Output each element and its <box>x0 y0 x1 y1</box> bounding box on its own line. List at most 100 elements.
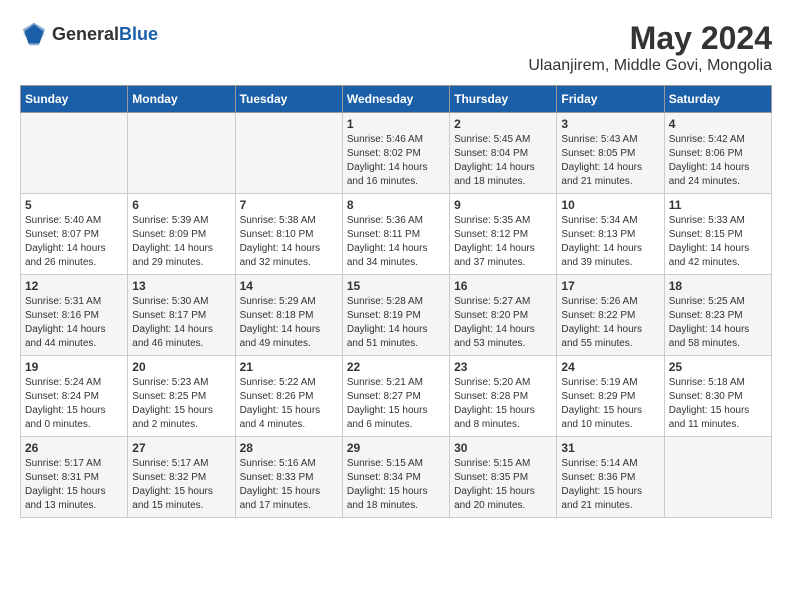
day-info: Sunrise: 5:39 AM Sunset: 8:09 PM Dayligh… <box>132 214 230 270</box>
day-info: Sunrise: 5:42 AM Sunset: 8:06 PM Dayligh… <box>669 133 767 189</box>
day-info: Sunrise: 5:17 AM Sunset: 8:32 PM Dayligh… <box>132 457 230 513</box>
day-number: 21 <box>240 360 338 374</box>
week-row-3: 12 Sunrise: 5:31 AM Sunset: 8:16 PM Dayli… <box>21 275 772 356</box>
calendar-cell <box>235 113 342 194</box>
day-number: 24 <box>561 360 659 374</box>
calendar-table: SundayMondayTuesdayWednesdayThursdayFrid… <box>20 85 772 518</box>
day-number: 7 <box>240 198 338 212</box>
day-number: 26 <box>25 441 123 455</box>
calendar-cell: 27 Sunrise: 5:17 AM Sunset: 8:32 PM Dayli… <box>128 437 235 518</box>
day-info: Sunrise: 5:19 AM Sunset: 8:29 PM Dayligh… <box>561 376 659 432</box>
day-number: 4 <box>669 117 767 131</box>
day-number: 5 <box>25 198 123 212</box>
day-number: 29 <box>347 441 445 455</box>
calendar-cell: 15 Sunrise: 5:28 AM Sunset: 8:19 PM Dayli… <box>342 275 449 356</box>
title-block: May 2024 Ulaanjirem, Middle Govi, Mongol… <box>528 20 772 75</box>
day-number: 11 <box>669 198 767 212</box>
day-info: Sunrise: 5:35 AM Sunset: 8:12 PM Dayligh… <box>454 214 552 270</box>
day-number: 12 <box>25 279 123 293</box>
day-info: Sunrise: 5:20 AM Sunset: 8:28 PM Dayligh… <box>454 376 552 432</box>
location: Ulaanjirem, Middle Govi, Mongolia <box>528 57 772 75</box>
column-header-sunday: Sunday <box>21 86 128 113</box>
week-row-4: 19 Sunrise: 5:24 AM Sunset: 8:24 PM Dayli… <box>21 356 772 437</box>
day-number: 17 <box>561 279 659 293</box>
week-row-5: 26 Sunrise: 5:17 AM Sunset: 8:31 PM Dayli… <box>21 437 772 518</box>
calendar-cell: 6 Sunrise: 5:39 AM Sunset: 8:09 PM Daylig… <box>128 194 235 275</box>
calendar-cell: 16 Sunrise: 5:27 AM Sunset: 8:20 PM Dayli… <box>450 275 557 356</box>
day-number: 8 <box>347 198 445 212</box>
day-info: Sunrise: 5:24 AM Sunset: 8:24 PM Dayligh… <box>25 376 123 432</box>
day-info: Sunrise: 5:15 AM Sunset: 8:34 PM Dayligh… <box>347 457 445 513</box>
logo-icon <box>20 20 48 48</box>
day-number: 13 <box>132 279 230 293</box>
day-number: 22 <box>347 360 445 374</box>
day-info: Sunrise: 5:18 AM Sunset: 8:30 PM Dayligh… <box>669 376 767 432</box>
day-info: Sunrise: 5:25 AM Sunset: 8:23 PM Dayligh… <box>669 295 767 351</box>
calendar-cell <box>128 113 235 194</box>
calendar-cell: 8 Sunrise: 5:36 AM Sunset: 8:11 PM Daylig… <box>342 194 449 275</box>
week-row-1: 1 Sunrise: 5:46 AM Sunset: 8:02 PM Daylig… <box>21 113 772 194</box>
calendar-cell: 21 Sunrise: 5:22 AM Sunset: 8:26 PM Dayli… <box>235 356 342 437</box>
calendar-cell: 23 Sunrise: 5:20 AM Sunset: 8:28 PM Dayli… <box>450 356 557 437</box>
day-info: Sunrise: 5:40 AM Sunset: 8:07 PM Dayligh… <box>25 214 123 270</box>
day-info: Sunrise: 5:36 AM Sunset: 8:11 PM Dayligh… <box>347 214 445 270</box>
calendar-cell: 11Sunrise: 5:33 AM Sunset: 8:15 PM Dayli… <box>664 194 771 275</box>
calendar-cell: 19 Sunrise: 5:24 AM Sunset: 8:24 PM Dayli… <box>21 356 128 437</box>
column-header-monday: Monday <box>128 86 235 113</box>
day-number: 3 <box>561 117 659 131</box>
logo-general: General <box>52 24 119 44</box>
calendar-cell: 2Sunrise: 5:45 AM Sunset: 8:04 PM Daylig… <box>450 113 557 194</box>
day-number: 16 <box>454 279 552 293</box>
day-number: 23 <box>454 360 552 374</box>
day-number: 27 <box>132 441 230 455</box>
day-info: Sunrise: 5:34 AM Sunset: 8:13 PM Dayligh… <box>561 214 659 270</box>
calendar-cell: 20 Sunrise: 5:23 AM Sunset: 8:25 PM Dayli… <box>128 356 235 437</box>
month-year: May 2024 <box>528 20 772 57</box>
day-number: 2 <box>454 117 552 131</box>
day-info: Sunrise: 5:21 AM Sunset: 8:27 PM Dayligh… <box>347 376 445 432</box>
day-number: 28 <box>240 441 338 455</box>
day-info: Sunrise: 5:17 AM Sunset: 8:31 PM Dayligh… <box>25 457 123 513</box>
calendar-cell: 4 Sunrise: 5:42 AM Sunset: 8:06 PM Daylig… <box>664 113 771 194</box>
day-info: Sunrise: 5:27 AM Sunset: 8:20 PM Dayligh… <box>454 295 552 351</box>
day-number: 1 <box>347 117 445 131</box>
day-info: Sunrise: 5:31 AM Sunset: 8:16 PM Dayligh… <box>25 295 123 351</box>
day-number: 30 <box>454 441 552 455</box>
day-info: Sunrise: 5:38 AM Sunset: 8:10 PM Dayligh… <box>240 214 338 270</box>
day-info: Sunrise: 5:22 AM Sunset: 8:26 PM Dayligh… <box>240 376 338 432</box>
day-number: 25 <box>669 360 767 374</box>
day-info: Sunrise: 5:46 AM Sunset: 8:02 PM Dayligh… <box>347 133 445 189</box>
day-number: 6 <box>132 198 230 212</box>
calendar-cell: 18 Sunrise: 5:25 AM Sunset: 8:23 PM Dayli… <box>664 275 771 356</box>
column-header-saturday: Saturday <box>664 86 771 113</box>
day-info: Sunrise: 5:28 AM Sunset: 8:19 PM Dayligh… <box>347 295 445 351</box>
calendar-cell: 29 Sunrise: 5:15 AM Sunset: 8:34 PM Dayli… <box>342 437 449 518</box>
calendar-cell: 17Sunrise: 5:26 AM Sunset: 8:22 PM Dayli… <box>557 275 664 356</box>
day-number: 19 <box>25 360 123 374</box>
column-header-tuesday: Tuesday <box>235 86 342 113</box>
calendar-cell: 7 Sunrise: 5:38 AM Sunset: 8:10 PM Daylig… <box>235 194 342 275</box>
day-number: 31 <box>561 441 659 455</box>
day-info: Sunrise: 5:15 AM Sunset: 8:35 PM Dayligh… <box>454 457 552 513</box>
day-number: 20 <box>132 360 230 374</box>
day-info: Sunrise: 5:29 AM Sunset: 8:18 PM Dayligh… <box>240 295 338 351</box>
calendar-cell: 25 Sunrise: 5:18 AM Sunset: 8:30 PM Dayli… <box>664 356 771 437</box>
day-number: 14 <box>240 279 338 293</box>
week-row-2: 5 Sunrise: 5:40 AM Sunset: 8:07 PM Daylig… <box>21 194 772 275</box>
calendar-cell <box>664 437 771 518</box>
column-header-friday: Friday <box>557 86 664 113</box>
day-number: 18 <box>669 279 767 293</box>
day-number: 10 <box>561 198 659 212</box>
calendar-cell <box>21 113 128 194</box>
calendar-cell: 9 Sunrise: 5:35 AM Sunset: 8:12 PM Daylig… <box>450 194 557 275</box>
day-number: 9 <box>454 198 552 212</box>
day-info: Sunrise: 5:30 AM Sunset: 8:17 PM Dayligh… <box>132 295 230 351</box>
calendar-cell: 24 Sunrise: 5:19 AM Sunset: 8:29 PM Dayli… <box>557 356 664 437</box>
day-number: 15 <box>347 279 445 293</box>
calendar-body: 1 Sunrise: 5:46 AM Sunset: 8:02 PM Daylig… <box>21 113 772 518</box>
calendar-cell: 13 Sunrise: 5:30 AM Sunset: 8:17 PM Dayli… <box>128 275 235 356</box>
day-info: Sunrise: 5:23 AM Sunset: 8:25 PM Dayligh… <box>132 376 230 432</box>
day-info: Sunrise: 5:14 AM Sunset: 8:36 PM Dayligh… <box>561 457 659 513</box>
calendar-cell: 22 Sunrise: 5:21 AM Sunset: 8:27 PM Dayli… <box>342 356 449 437</box>
column-header-thursday: Thursday <box>450 86 557 113</box>
